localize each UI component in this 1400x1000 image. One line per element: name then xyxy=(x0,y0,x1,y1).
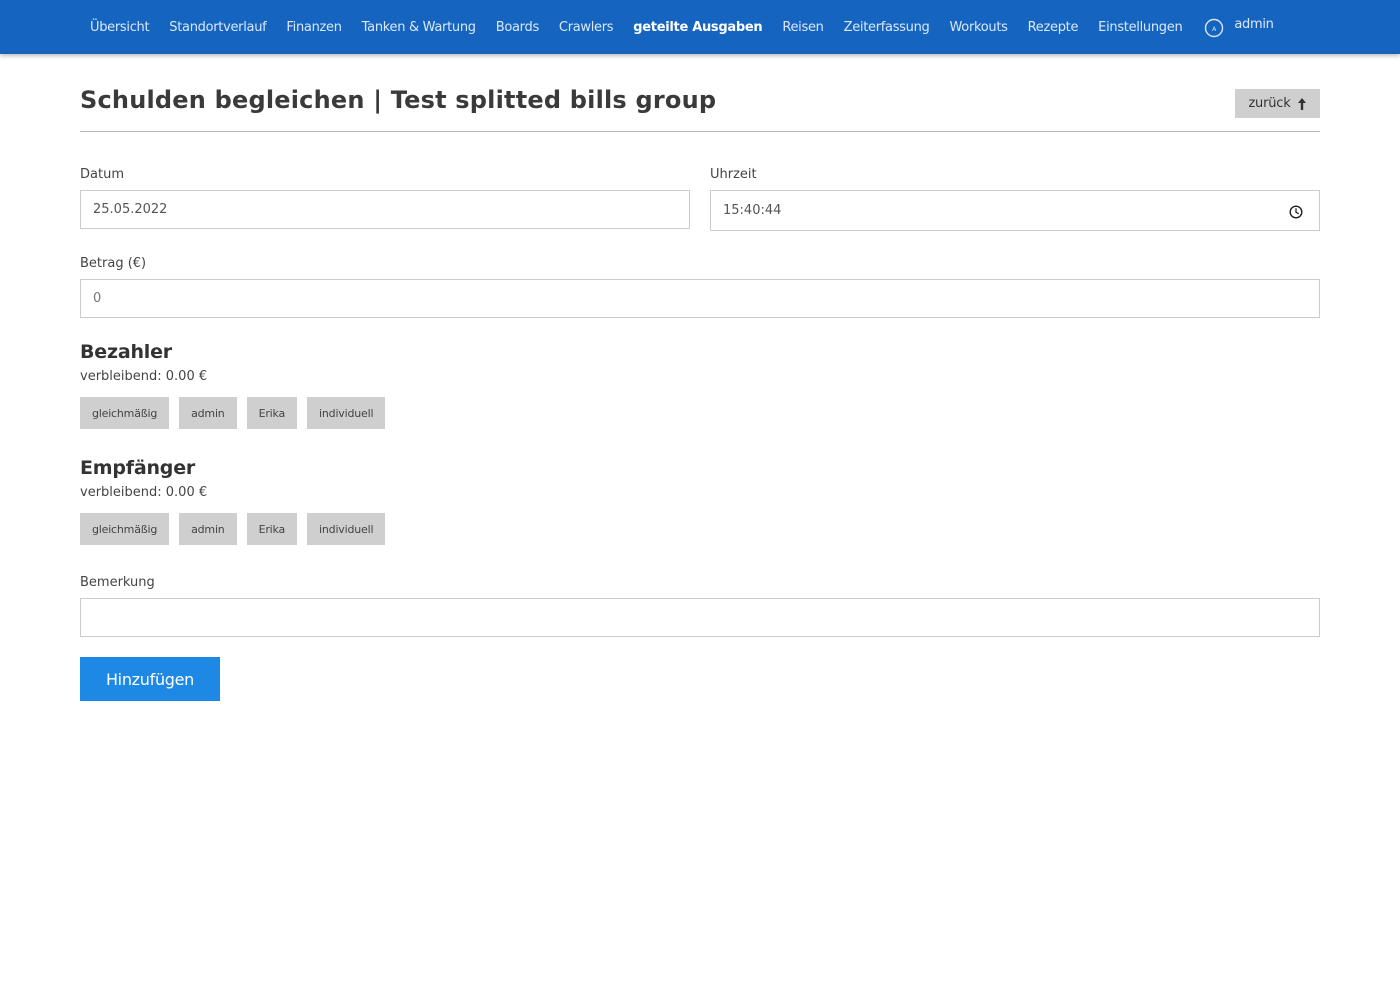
recipient-option-erika[interactable]: Erika xyxy=(246,513,298,545)
recipient-option-individual[interactable]: individuell xyxy=(307,513,386,545)
amount-input[interactable] xyxy=(80,279,1320,318)
recipient-heading: Empfänger xyxy=(80,457,196,479)
nav-item-crawlers[interactable]: Crawlers xyxy=(549,20,623,35)
payer-option-individual[interactable]: individuell xyxy=(307,397,386,429)
nav-item-workouts[interactable]: Workouts xyxy=(940,20,1018,35)
nav-item-geteilte-ausgaben[interactable]: geteilte Ausgaben xyxy=(623,20,772,35)
nav-item-uebersicht[interactable]: Übersicht xyxy=(80,20,159,35)
payer-option-admin[interactable]: admin xyxy=(179,397,237,429)
title-divider xyxy=(80,131,1320,132)
nav-item-reisen[interactable]: Reisen xyxy=(772,20,833,35)
time-label: Uhrzeit xyxy=(710,167,757,182)
nav-item-standortverlauf[interactable]: Standortverlauf xyxy=(159,20,276,35)
date-label: Datum xyxy=(80,167,124,182)
user-menu[interactable]: A admin xyxy=(1192,16,1283,38)
recipient-options: gleichmäßig admin Erika individuell xyxy=(80,513,395,545)
payer-remaining: verbleibend: 0.00 € xyxy=(80,369,208,384)
nav-item-finanzen[interactable]: Finanzen xyxy=(276,20,351,35)
nav-item-rezepte[interactable]: Rezepte xyxy=(1018,20,1089,35)
amount-label: Betrag (€) xyxy=(80,256,147,271)
avatar-icon: A xyxy=(1204,18,1224,38)
back-button[interactable]: zurück xyxy=(1235,89,1320,118)
time-field xyxy=(710,190,1320,231)
payer-options: gleichmäßig admin Erika individuell xyxy=(80,397,395,429)
page-title: Schulden begleichen | Test splitted bill… xyxy=(80,86,717,114)
payer-option-erika[interactable]: Erika xyxy=(246,397,298,429)
clock-icon[interactable] xyxy=(1289,204,1303,219)
note-input[interactable] xyxy=(80,598,1320,637)
note-label: Bemerkung xyxy=(80,575,155,590)
arrow-up-icon xyxy=(1297,97,1307,111)
recipient-remaining: verbleibend: 0.00 € xyxy=(80,485,208,500)
payer-heading: Bezahler xyxy=(80,341,172,363)
recipient-option-equal[interactable]: gleichmäßig xyxy=(80,513,170,545)
time-input[interactable] xyxy=(711,191,1271,230)
top-navbar: Übersicht Standortverlauf Finanzen Tanke… xyxy=(0,0,1400,54)
nav-item-tanken-wartung[interactable]: Tanken & Wartung xyxy=(352,20,486,35)
back-button-label: zurück xyxy=(1248,96,1291,111)
recipient-option-admin[interactable]: admin xyxy=(179,513,237,545)
nav-item-boards[interactable]: Boards xyxy=(486,20,549,35)
date-input[interactable] xyxy=(80,190,690,229)
nav-item-einstellungen[interactable]: Einstellungen xyxy=(1088,20,1192,35)
svg-text:A: A xyxy=(1212,26,1217,33)
payer-option-equal[interactable]: gleichmäßig xyxy=(80,397,170,429)
user-name: admin xyxy=(1234,16,1274,32)
nav-item-zeiterfassung[interactable]: Zeiterfassung xyxy=(834,20,940,35)
nav-menu: Übersicht Standortverlauf Finanzen Tanke… xyxy=(80,0,1284,54)
add-button[interactable]: Hinzufügen xyxy=(80,657,220,701)
